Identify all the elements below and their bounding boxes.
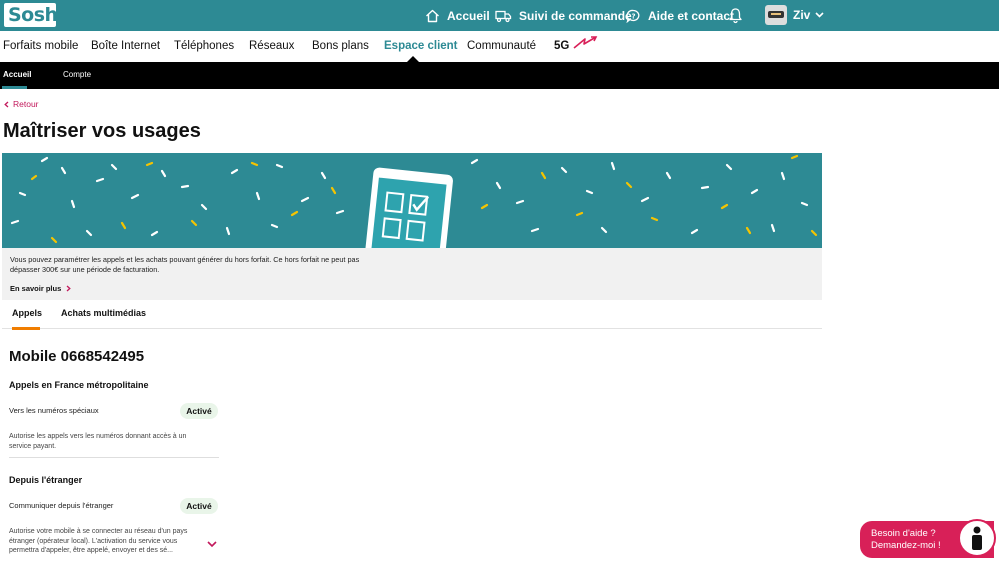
bell-icon xyxy=(729,8,742,24)
top-link-suivi-label: Suivi de commande xyxy=(519,8,632,23)
home-icon xyxy=(426,9,439,22)
tab-achats-multimedias[interactable]: Achats multimédias xyxy=(61,308,146,318)
etranger-status-toggle[interactable]: Activé xyxy=(180,498,218,514)
numeros-speciaux-status-toggle[interactable]: Activé xyxy=(180,403,218,419)
back-link[interactable]: Retour xyxy=(4,99,39,109)
top-link-aide-contact[interactable]: ? Aide et contact xyxy=(626,0,734,31)
top-link-suivi-commande[interactable]: Suivi de commande xyxy=(495,0,632,31)
svg-text:?: ? xyxy=(632,12,636,20)
chevron-left-icon xyxy=(4,101,9,107)
notifications-button[interactable] xyxy=(728,7,743,29)
tab-divider xyxy=(2,328,822,329)
user-name: Ziv xyxy=(793,8,811,22)
nav-boite-internet[interactable]: Boîte Internet xyxy=(91,31,160,62)
nav-communaute[interactable]: Communauté xyxy=(467,31,536,62)
etranger-label: Communiquer depuis l'étranger xyxy=(9,501,114,510)
nav-5g-label: 5G xyxy=(554,40,570,52)
info-box: Vous pouvez paramétrer les appels et les… xyxy=(2,248,822,300)
top-link-aide-label: Aide et contact xyxy=(648,8,735,23)
nav-bons-plans[interactable]: Bons plans xyxy=(312,31,369,62)
5g-lightning-icon xyxy=(573,36,598,49)
nav-espace-client[interactable]: Espace client xyxy=(384,31,458,62)
assistant-icon xyxy=(972,526,982,550)
subnav-active-indicator xyxy=(2,86,27,89)
chevron-right-icon xyxy=(66,285,72,292)
chevron-down-icon xyxy=(815,12,824,18)
nav-reseaux[interactable]: Réseaux xyxy=(249,31,294,62)
logo-text: Sosh xyxy=(8,4,58,26)
user-menu[interactable]: Ziv xyxy=(765,5,824,25)
expand-chevron-icon[interactable] xyxy=(207,541,217,548)
en-savoir-plus-link[interactable]: En savoir plus xyxy=(10,284,72,293)
help-text: Besoin d'aide ? Demandez-moi ! xyxy=(871,528,941,552)
nav-forfaits-mobile[interactable]: Forfaits mobile xyxy=(3,31,78,62)
active-nav-caret xyxy=(407,56,419,62)
hero-banner xyxy=(2,153,822,248)
section-title-etranger: Depuis l'étranger xyxy=(9,475,83,485)
help-line2: Demandez-moi ! xyxy=(871,540,941,551)
sosh-logo[interactable]: Sosh xyxy=(4,3,58,27)
numeros-speciaux-label: Vers les numéros spéciaux xyxy=(9,406,99,415)
section-separator xyxy=(9,457,219,458)
help-line1: Besoin d'aide ? xyxy=(871,528,936,539)
subnav-accueil[interactable]: Accueil xyxy=(3,62,31,89)
truck-icon xyxy=(495,10,512,22)
tab-active-indicator xyxy=(12,327,40,330)
main-nav: Forfaits mobile Boîte Internet Téléphone… xyxy=(0,31,999,62)
section-title-france: Appels en France métropolitaine xyxy=(9,380,149,390)
info-text: Vous pouvez paramétrer les appels et les… xyxy=(10,255,360,274)
tab-appels[interactable]: Appels xyxy=(12,308,42,318)
top-link-accueil-label: Accueil xyxy=(447,8,490,23)
numeros-speciaux-description: Autorise les appels vers les numéros don… xyxy=(9,433,187,450)
sub-nav: Accueil Compte xyxy=(0,62,999,89)
help-bubble-icon: ? xyxy=(626,9,640,23)
avatar xyxy=(765,5,787,25)
mobile-line-title: Mobile 0668542495 xyxy=(9,348,145,365)
etranger-description: Autorise votre mobile à se connecter au … xyxy=(9,528,188,554)
nav-5g[interactable]: 5G xyxy=(554,31,598,62)
top-link-accueil[interactable]: Accueil xyxy=(425,0,490,31)
page-title: Maîtriser vos usages xyxy=(3,120,201,142)
subnav-compte[interactable]: Compte xyxy=(63,62,91,89)
nav-telephones[interactable]: Téléphones xyxy=(174,31,234,62)
en-savoir-plus-label: En savoir plus xyxy=(10,284,62,293)
top-bar: Sosh Accueil Suivi de commande ? Aide et… xyxy=(0,0,999,31)
banner-illustration xyxy=(10,154,818,248)
help-assistant-avatar[interactable] xyxy=(958,519,996,557)
back-label: Retour xyxy=(13,99,39,109)
